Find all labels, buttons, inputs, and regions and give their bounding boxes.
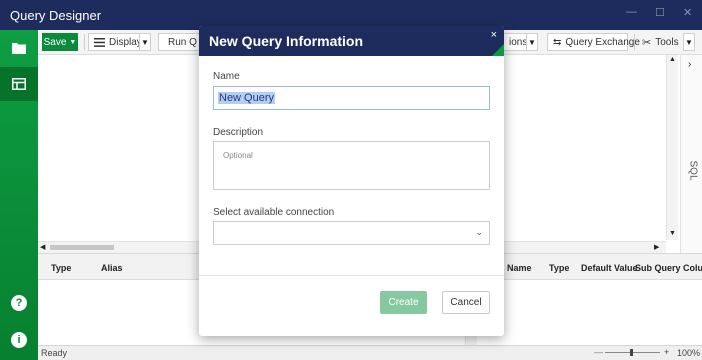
query-exchange-button[interactable]: ⇆ Query Exchange (547, 33, 640, 51)
column-header[interactable]: Default Value (581, 263, 638, 273)
maximize-button[interactable]: ☐ (655, 6, 665, 19)
zoom-in-button[interactable]: + (664, 347, 669, 357)
zoom-level: 100% (677, 348, 701, 358)
name-input-value: New Query (218, 92, 276, 104)
chevron-down-icon: ▼ (69, 38, 77, 46)
dialog-corner-accent (492, 44, 504, 56)
run-query-button[interactable]: Run Q (158, 33, 200, 51)
chevron-down-icon: ▼ (685, 37, 693, 47)
name-label: Name (213, 71, 240, 82)
scroll-up-icon: ▲ (669, 56, 676, 63)
folder-icon (12, 43, 26, 54)
display-label: Display (109, 36, 142, 48)
tools-icon: ✂ (642, 36, 652, 49)
scroll-left-icon: ◀ (40, 244, 46, 251)
description-label: Description (213, 127, 264, 138)
column-header[interactable]: Alias (101, 263, 123, 273)
status-text: Ready (41, 348, 68, 358)
display-dropdown[interactable]: ▼ (139, 33, 151, 51)
scroll-down-icon: ▼ (669, 230, 676, 237)
description-textarea[interactable]: Optional (213, 141, 490, 190)
name-input[interactable]: New Query (213, 86, 490, 110)
scroll-thumb[interactable] (50, 245, 114, 250)
minimize-button[interactable]: — (626, 6, 637, 18)
options-label: ions (509, 36, 528, 48)
chevron-right-icon: › (688, 59, 692, 70)
query-exchange-label: Query Exchange (565, 36, 640, 48)
toolbar-divider (634, 34, 635, 50)
column-header[interactable]: Sub Query Column (635, 263, 702, 273)
help-button[interactable]: ? (0, 286, 38, 320)
table-icon (12, 78, 26, 90)
sidebar: ? i (0, 30, 38, 360)
toolbar-divider (84, 34, 85, 50)
description-placeholder: Optional (223, 151, 253, 160)
parameters-grid: Name Type Default Value Sub Query Column (502, 253, 702, 345)
tools-button[interactable]: ✂ Tools (637, 33, 683, 51)
zoom-slider-thumb[interactable] (630, 349, 633, 356)
table-view-button[interactable] (0, 67, 38, 101)
save-label: Save (43, 36, 67, 48)
save-button[interactable]: Save ▼ (42, 33, 78, 51)
tools-dropdown[interactable]: ▼ (683, 33, 695, 51)
tools-label: Tools (655, 36, 679, 48)
window-title: Query Designer (10, 8, 102, 23)
list-icon (94, 37, 105, 47)
sql-panel-tab[interactable]: › SQL (680, 55, 702, 253)
scroll-right-icon: ▶ (654, 244, 660, 251)
close-icon[interactable]: × (491, 29, 497, 41)
connection-label: Select available connection (213, 207, 335, 218)
dialog-divider (199, 275, 504, 276)
column-header[interactable]: Type (549, 263, 569, 273)
chevron-down-icon: ▼ (528, 37, 536, 47)
sql-tab-label: SQL (687, 160, 699, 181)
create-button[interactable]: Create (380, 291, 427, 314)
zoom-out-button[interactable]: — (594, 347, 603, 357)
column-header[interactable]: Type (51, 263, 71, 273)
chevron-down-icon: ▼ (141, 37, 149, 47)
open-folder-button[interactable] (0, 31, 38, 65)
cancel-button[interactable]: Cancel (442, 291, 490, 314)
column-header[interactable]: Name (507, 263, 532, 273)
connection-select[interactable]: ⌄ (213, 221, 490, 245)
close-window-button[interactable]: ✕ (683, 6, 692, 19)
exchange-icon: ⇆ (553, 36, 562, 48)
grid-header: Name Type Default Value Sub Query Column (502, 254, 702, 280)
info-icon: i (11, 332, 27, 348)
vertical-scrollbar[interactable]: ▲ ▼ (666, 55, 678, 240)
dialog-title: New Query Information (209, 33, 364, 49)
zoom-slider[interactable] (605, 349, 660, 356)
run-query-label: Run Q (168, 36, 197, 48)
info-button[interactable]: i (0, 323, 38, 357)
dialog-header: New Query Information × (199, 26, 504, 56)
new-query-dialog: New Query Information × Name New Query D… (199, 26, 504, 336)
help-icon: ? (11, 295, 27, 311)
status-bar: Ready — + 100% (38, 345, 702, 360)
options-dropdown[interactable]: ▼ (526, 33, 538, 51)
chevron-down-icon: ⌄ (475, 227, 483, 237)
